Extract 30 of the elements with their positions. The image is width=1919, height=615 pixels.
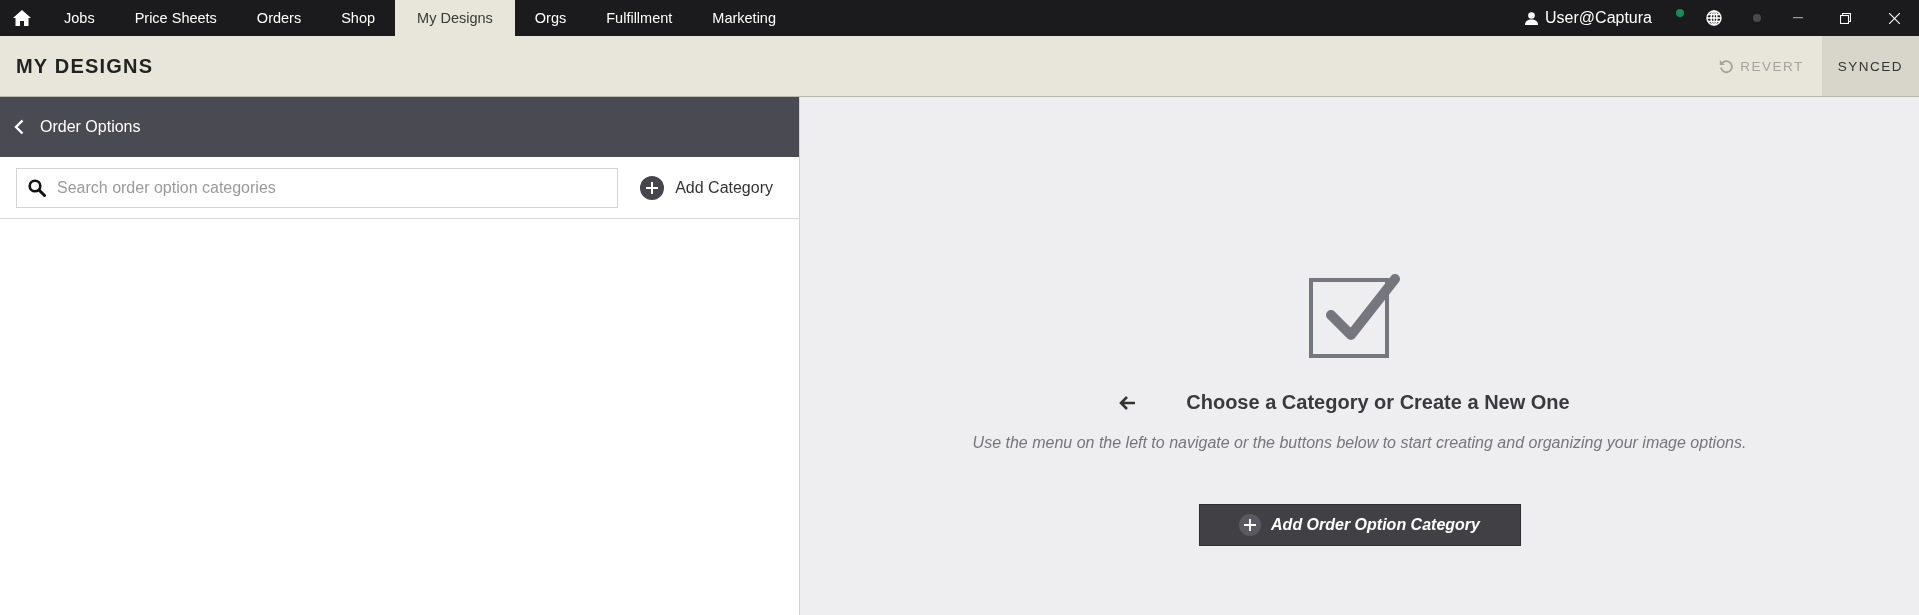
nav-tab[interactable]: Shop	[321, 0, 396, 36]
empty-state-description: Use the menu on the left to navigate or the buttons below to start creating and organizing your image options.	[972, 434, 1747, 452]
nav-tab[interactable]: Fulfillment	[586, 0, 693, 36]
home-icon[interactable]	[13, 10, 31, 26]
undo-icon	[1719, 58, 1735, 74]
user-name[interactable]: User@Captura	[1545, 9, 1652, 27]
indicator-dot	[1753, 14, 1761, 22]
globe-icon[interactable]	[1706, 10, 1722, 26]
page-title: MY DESIGNS	[15, 53, 155, 79]
add-order-option-category-button[interactable]: Add Order Option Category	[1198, 504, 1521, 546]
status-dot	[1676, 9, 1684, 17]
empty-state-heading: Choose a Category or Create a New One	[1186, 391, 1570, 414]
sync-status: SYNCED	[1821, 36, 1919, 96]
add-category-button[interactable]: Add Category	[640, 175, 783, 200]
left-arrow-icon	[1119, 395, 1137, 410]
nav-tab[interactable]: Orgs	[514, 0, 587, 36]
user-icon	[1525, 11, 1539, 25]
nav-tab[interactable]: Price Sheets	[114, 0, 237, 36]
nav-tab[interactable]: Jobs	[44, 0, 115, 36]
search-field[interactable]: Search order option categories	[16, 167, 619, 208]
plus-circle-icon	[1239, 514, 1262, 536]
close-icon[interactable]	[1889, 12, 1900, 24]
nav-tab[interactable]: Marketing	[692, 0, 796, 36]
back-link[interactable]: Order Options	[14, 118, 141, 136]
nav-tab[interactable]: Orders	[236, 0, 322, 36]
plus-circle-icon	[640, 175, 665, 200]
restore-icon[interactable]	[1840, 12, 1851, 24]
chevron-left-icon	[14, 119, 24, 135]
minimize-icon[interactable]	[1793, 17, 1803, 19]
nav-tab[interactable]: My Designs	[395, 0, 515, 36]
